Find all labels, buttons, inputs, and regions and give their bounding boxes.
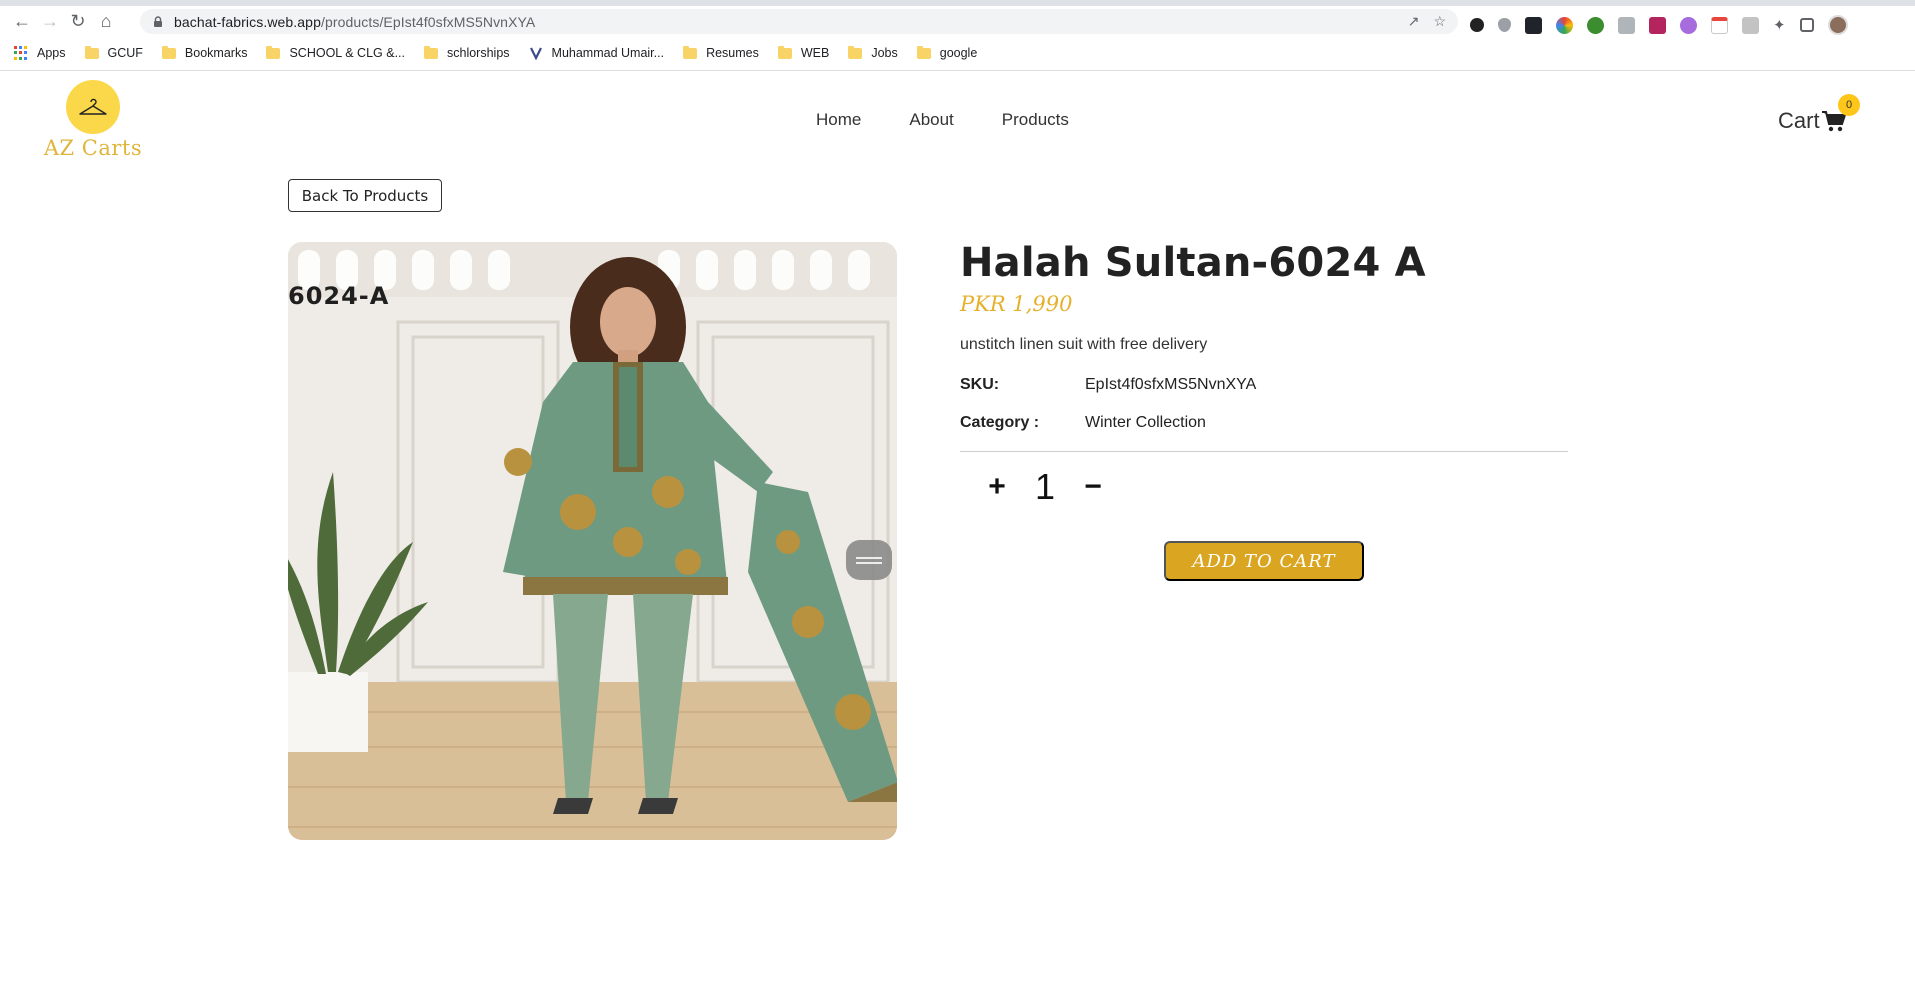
folder-icon <box>848 45 863 59</box>
folder-icon <box>777 45 792 59</box>
forward-arrow-icon[interactable]: → <box>36 7 64 35</box>
bookmark-jobs[interactable]: Jobs <box>848 45 898 60</box>
bookmark-muhammad-umair[interactable]: Muhammad Umair... <box>529 46 664 60</box>
folder-icon <box>424 45 438 59</box>
bookmarks-bar: Apps GCUF Bookmarks SCHOOL & CLG &... sc… <box>0 36 1915 71</box>
category-row: Category : Winter Collection <box>960 414 1568 432</box>
puzzle-icon[interactable]: ✦ <box>1773 16 1786 34</box>
extensions-bar: ✦ <box>1470 15 1848 35</box>
profile-avatar[interactable] <box>1827 15 1848 35</box>
category-label: Category : <box>960 414 1040 431</box>
folder-icon <box>916 45 931 59</box>
bookmark-star-icon[interactable]: ☆ <box>1433 13 1446 30</box>
product-photo <box>288 242 897 840</box>
quantity-increase-button[interactable]: + <box>980 467 1014 507</box>
bookmark-schlorships[interactable]: schlorships <box>424 45 510 60</box>
extension-color-icon[interactable] <box>1556 16 1573 34</box>
back-to-products-button[interactable]: Back To Products <box>288 179 442 212</box>
extension-tool-icon[interactable] <box>1587 16 1604 34</box>
nav-home[interactable]: Home <box>816 110 861 130</box>
back-arrow-icon[interactable]: ← <box>8 7 36 35</box>
folder-icon <box>266 45 281 59</box>
url-text: bachat-fabrics.web.app/products/EpIst4f0… <box>174 13 536 30</box>
sku-row: SKU: EpIst4f0sfxMS5NvnXYA <box>960 376 1568 394</box>
extension-screen-icon[interactable] <box>1618 16 1635 34</box>
bookmark-bookmarks[interactable]: Bookmarks <box>161 45 247 60</box>
details-divider <box>960 451 1568 452</box>
bookmark-apps[interactable]: Apps <box>14 46 66 60</box>
share-icon[interactable]: ↗ <box>1408 13 1420 30</box>
product-title: Halah Sultan-6024 A <box>960 240 1426 286</box>
add-to-cart-button[interactable]: ADD TO CART <box>1164 541 1364 581</box>
sku-value: EpIst4f0sfxMS5NvnXYA <box>1085 376 1257 393</box>
bookmark-google[interactable]: google <box>916 45 977 60</box>
extension-wf-icon[interactable] <box>1649 16 1666 34</box>
product-code-label: 6024-A <box>288 282 390 310</box>
extension-pen-icon[interactable] <box>1680 16 1697 34</box>
bookmark-gcuf[interactable]: GCUF <box>84 45 143 60</box>
nav-about[interactable]: About <box>909 110 953 130</box>
cart-label: Cart <box>1778 108 1820 133</box>
lock-icon <box>154 15 162 27</box>
home-icon[interactable]: ⌂ <box>92 7 120 35</box>
quantity-decrease-button[interactable]: − <box>1076 467 1110 507</box>
quantity-value: 1 <box>1034 466 1056 507</box>
product-image[interactable]: 6024-A <box>288 242 897 840</box>
main-nav: Home About Products <box>816 110 1069 130</box>
address-bar[interactable]: bachat-fabrics.web.app/products/EpIst4f0… <box>140 9 1458 34</box>
folder-icon <box>161 45 176 59</box>
cart-link[interactable]: Cart 0 <box>1778 94 1860 134</box>
site-header: AZ Carts Home About Products Cart 0 <box>0 72 1915 162</box>
browser-toolbar: ← → ↻ ⌂ bachat-fabrics.web.app/products/… <box>0 6 1915 36</box>
extension-gray-icon[interactable] <box>1742 16 1759 34</box>
bookmark-resumes[interactable]: Resumes <box>683 45 759 60</box>
extension-sync-icon[interactable] <box>1470 18 1484 32</box>
apps-icon <box>14 46 28 60</box>
folder-icon <box>84 45 99 59</box>
extension-react-icon[interactable] <box>1525 16 1542 34</box>
product-price: PKR 1,990 <box>960 292 1073 316</box>
side-panel-icon[interactable] <box>1799 18 1814 32</box>
extension-calendar-icon[interactable] <box>1711 16 1728 34</box>
cart-count-badge: 0 <box>1838 94 1860 116</box>
quantity-stepper: + 1 − <box>980 466 1568 508</box>
drag-handle-icon[interactable] <box>846 540 892 580</box>
site-logo[interactable]: AZ Carts <box>38 80 148 160</box>
logo-text: AZ Carts <box>43 136 143 160</box>
sku-label: SKU: <box>960 376 1000 393</box>
nav-products[interactable]: Products <box>1002 110 1069 130</box>
extension-shield-icon[interactable] <box>1498 18 1511 32</box>
site-favicon-icon <box>529 47 542 60</box>
product-details: Halah Sultan-6024 A PKR 1,990 unstitch l… <box>960 240 1568 581</box>
product-description: unstitch linen suit with free delivery <box>960 336 1208 353</box>
folder-icon <box>683 45 698 59</box>
reload-icon[interactable]: ↻ <box>64 7 92 35</box>
bookmark-web[interactable]: WEB <box>777 45 829 60</box>
bookmark-school[interactable]: SCHOOL & CLG &... <box>266 45 405 60</box>
hanger-logo-icon <box>66 80 120 134</box>
category-value: Winter Collection <box>1085 414 1206 431</box>
